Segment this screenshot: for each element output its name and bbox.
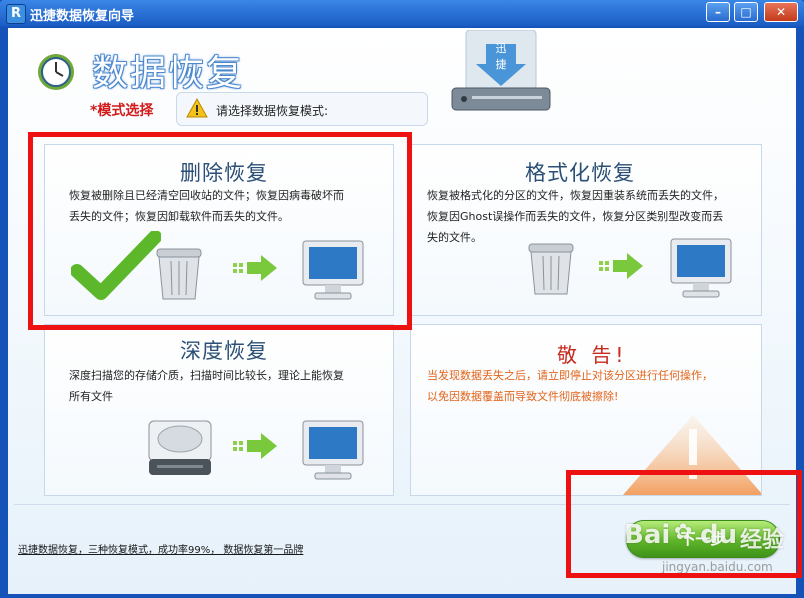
warning-line: 当发现数据丢失之后，请立即停止对该分区进行任何操作， [427,369,713,382]
warning-triangle-icon [186,98,208,118]
window-title: 迅捷数据恢复向导 [30,9,135,24]
hdd-icon [148,420,212,475]
mode-title: 格式化恢复 [525,161,635,185]
mode-desc-line: 恢复因Ghost误操作而丢失的文件，恢复分区类别型改变而丢 [427,210,724,223]
warning-title: 敬 告! [557,343,628,367]
app-logo-icon: R [6,4,26,24]
recycle-bin-icon [528,243,574,295]
mode-desc-line: 恢复被格式化的分区的文件，恢复因重装系统而丢失的文件， [427,189,724,202]
mode-format-recovery[interactable]: 格式化恢复 恢复被格式化的分区的文件，恢复因重装系统而丢失的文件， 恢复因Gho… [410,144,762,316]
mode-desc-line: 失的文件。 [427,231,482,244]
page-title: 数据恢复 [92,53,245,94]
mode-select-label: *模式选择 [90,103,154,119]
monitor-icon [670,238,732,298]
prompt-text: 请选择数据恢复模式: [216,104,329,118]
close-button[interactable]: ✕ [764,2,798,22]
hard-drive-icon: 迅 捷 [451,30,551,111]
clock-icon [38,54,74,90]
mode-desc-line: 所有文件 [69,390,113,403]
maximize-button[interactable]: □ [734,2,758,22]
mode-deep-recovery[interactable]: 深度恢复 深度扫描您的存储介质，扫描时间比较长，理论上能恢复 所有文件 [44,324,394,496]
title-bar[interactable]: R 迅捷数据恢复向导 – □ ✕ [0,0,804,26]
status-link[interactable]: 迅捷数据恢复，三种恢复模式，成功率99%， 数据恢复第一品牌 [18,541,303,556]
minimize-button[interactable]: – [706,2,730,22]
highlight-frame-next [566,470,802,578]
arrow-right-icon [233,433,277,459]
monitor-icon [302,420,364,480]
drive-label-1: 迅 [496,42,507,55]
warning-line: 以免因数据覆盖而导致文件彻底被擦除! [427,390,619,403]
mode-title: 深度恢复 [180,339,268,363]
drive-label-2: 捷 [496,57,507,71]
app-window: R 迅捷数据恢复向导 – □ ✕ 数据恢复 *模式选择 请选择数据恢复模式: 迅… [0,0,804,598]
mode-desc-line: 深度扫描您的存储介质，扫描时间比较长，理论上能恢复 [69,369,344,382]
arrow-right-icon [599,253,643,279]
highlight-frame-delete [28,132,412,330]
